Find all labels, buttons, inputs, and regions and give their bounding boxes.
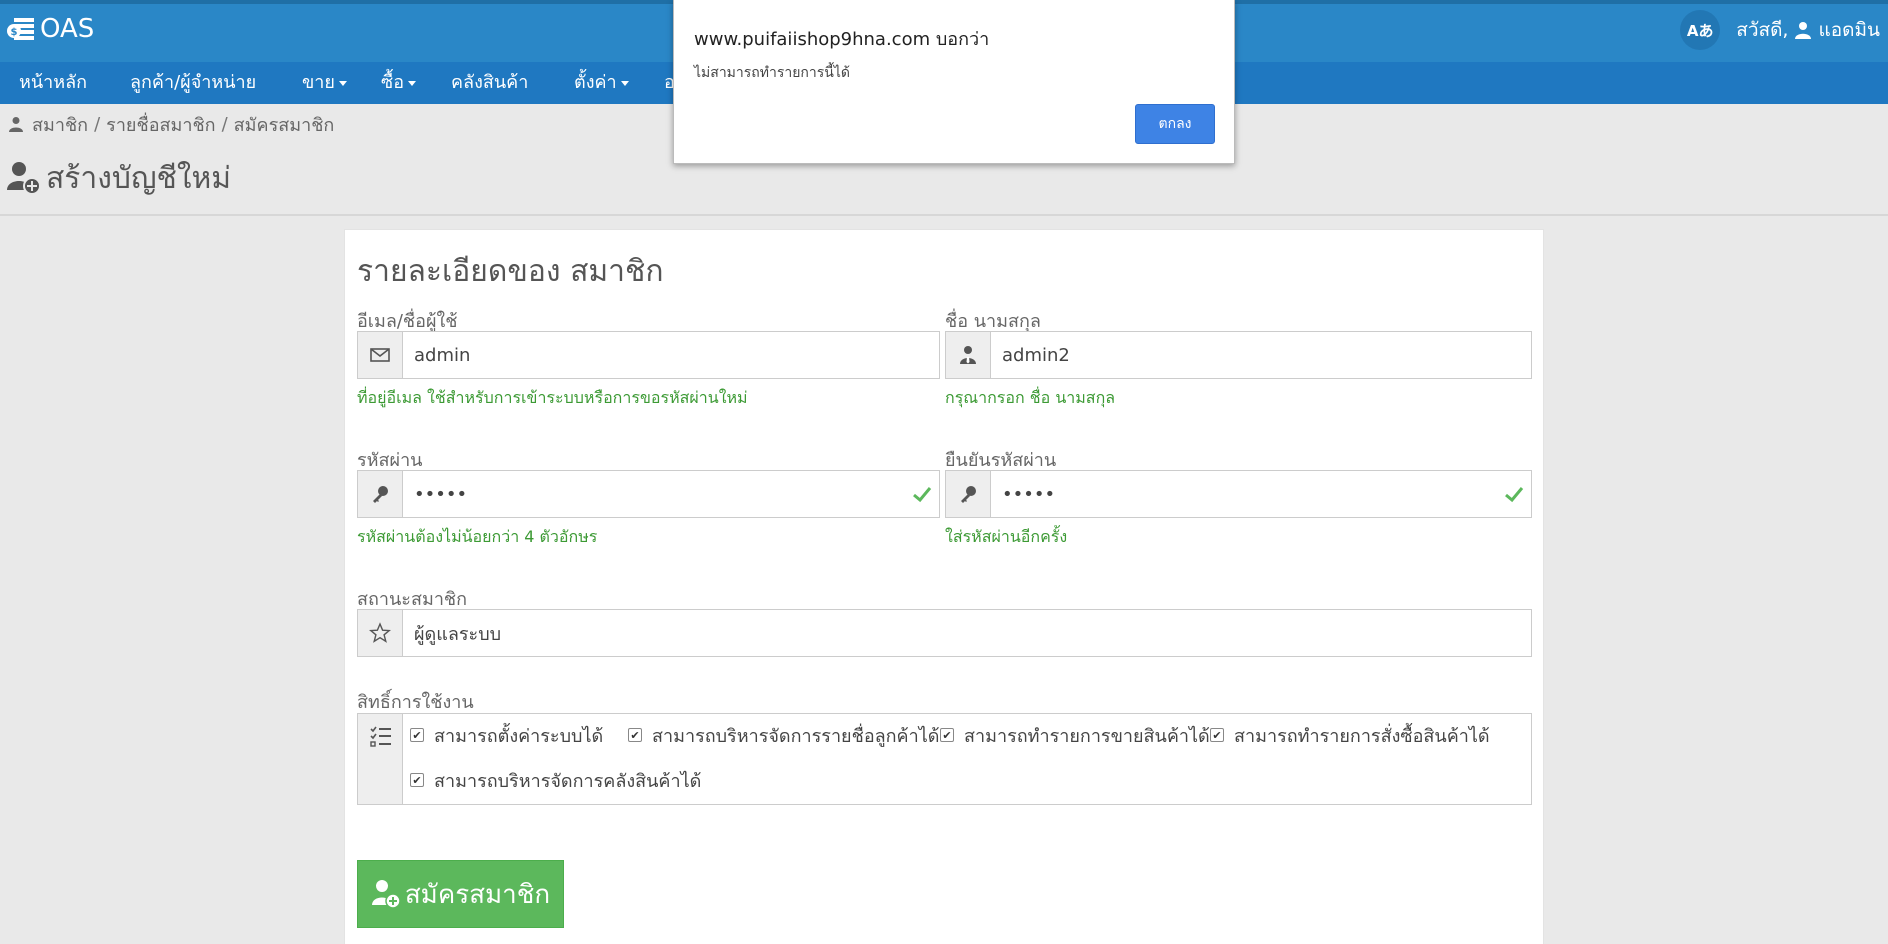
user-icon [1795,22,1812,39]
permission-inventory[interactable]: ✔ สามารถบริหารจัดการคลังสินค้าได้ [410,768,701,792]
email-field [357,331,940,379]
breadcrumb-member-list[interactable]: รายชื่อสมาชิก [106,110,215,139]
key-icon [358,471,403,517]
checkbox[interactable]: ✔ [940,728,954,742]
name-input[interactable] [992,332,1531,378]
section-title: รายละเอียดของ สมาชิก [357,254,664,289]
brand-name: OAS [40,14,95,44]
confirm-password-field [945,470,1532,518]
checkbox[interactable]: ✔ [1210,728,1224,742]
language-button[interactable]: Aあ [1680,10,1721,50]
password-help: รหัสผ่านต้องไม่น้อยกว่า 4 ตัวอักษร [357,527,598,546]
confirm-password-input[interactable] [992,471,1492,517]
name-help: กรุณากรอก ชื่อ นามสกุล [945,388,1116,407]
add-user-icon [7,162,41,195]
permission-sales[interactable]: ✔ สามารถทำรายการขายสินค้าได้ [940,723,1210,747]
member-form-panel: รายละเอียดของ สมาชิก อีเมล/ชื่อผู้ใช้ ที… [344,229,1544,944]
user-menu[interactable]: แอดมิน [1818,15,1880,45]
star-icon [358,610,403,656]
svg-text:$: $ [11,27,18,38]
nav-item-home[interactable]: หน้าหลัก [19,62,87,104]
status-field [357,609,1532,657]
caret-down-icon [620,80,629,86]
password-field [357,470,940,518]
ok-button[interactable]: ตกลง [1135,104,1215,144]
checkbox[interactable]: ✔ [410,728,424,742]
dialog-title: www.puifaiishop9hna.com บอกว่า [694,29,990,50]
dialog-message: ไม่สามารถทำรายการนี้ได้ [694,65,850,81]
breadcrumb-members[interactable]: สมาชิก [32,110,88,139]
money-stack-icon: $ [7,18,34,40]
email-input[interactable] [404,332,939,378]
breadcrumb: สมาชิก / รายชื่อสมาชิก / สมัครสมาชิก [8,112,334,136]
nav-item-sales[interactable]: ขาย [302,62,347,104]
checkbox[interactable]: ✔ [410,773,424,787]
password-input[interactable] [404,471,904,517]
register-button[interactable]: สมัครสมาชิก [357,860,564,928]
breadcrumb-separator: / [221,113,228,135]
checkbox[interactable]: ✔ [628,728,642,742]
permission-purchase[interactable]: ✔ สามารถทำรายการสั่งซื้อสินค้าได้ [1210,723,1490,747]
caret-down-icon [338,80,347,86]
greeting: สวัสดี, [1736,19,1789,41]
breadcrumb-register: สมัครสมาชิก [233,114,335,136]
nav-item-customers[interactable]: ลูกค้า/ผู้จำหน่าย [130,62,256,104]
permissions-label: สิทธิ์การใช้งาน [357,692,474,713]
alert-dialog: www.puifaiishop9hna.com บอกว่า ไม่สามารถ… [673,0,1235,164]
permission-customers[interactable]: ✔ สามารถบริหารจัดการรายชื่อลูกค้าได้ [628,723,939,747]
status-input[interactable] [404,610,1531,656]
confirm-password-help: ใส่รหัสผ่านอีกครั้ง [945,527,1068,546]
caret-down-icon [408,80,417,86]
page-title: สร้างบัญชีใหม่ [6,158,231,198]
nav-item-settings[interactable]: ตั้งค่า [574,62,629,104]
name-field [945,331,1532,379]
add-user-icon [371,880,401,909]
check-icon [1505,487,1524,503]
envelope-icon [358,332,403,378]
email-help: ที่อยู่อีเมล ใช้สำหรับการเข้าระบบหรือการ… [357,388,748,407]
user-area: Aあ สวัสดี, แอดมิน [1680,10,1880,50]
user-icon [9,117,23,132]
brand[interactable]: $ OAS [6,10,94,48]
key-icon [946,471,991,517]
nav-item-purchase[interactable]: ซื้อ [381,62,417,104]
permission-settings[interactable]: ✔ สามารถตั้งค่าระบบได้ [410,723,603,747]
user-tie-icon [946,332,991,378]
permissions-field: ✔ สามารถตั้งค่าระบบได้ ✔ สามารถบริหารจัด… [357,713,1532,805]
check-icon [913,487,932,503]
breadcrumb-separator: / [94,113,101,135]
nav-item-inventory[interactable]: คลังสินค้า [451,62,528,104]
tasks-icon [358,714,403,804]
header-divider [0,214,1888,216]
